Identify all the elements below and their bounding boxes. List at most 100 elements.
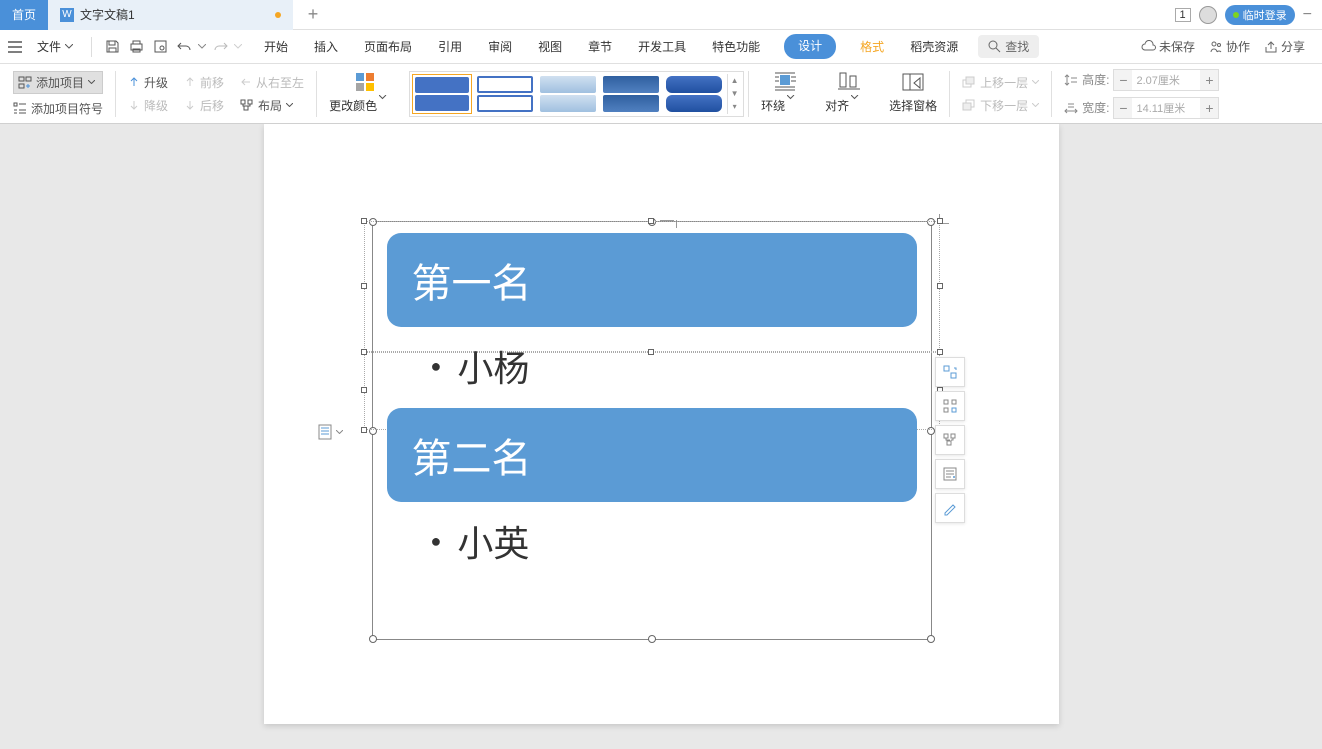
chevron-down-icon[interactable] bbox=[198, 44, 206, 49]
add-tab-button[interactable]: + bbox=[293, 4, 334, 25]
add-item-button[interactable]: 添加项目 bbox=[13, 71, 103, 94]
smartart-item-1[interactable]: 小杨 bbox=[387, 335, 917, 408]
file-menu[interactable]: 文件 bbox=[29, 35, 81, 58]
counter-badge[interactable]: 1 bbox=[1175, 8, 1191, 22]
gallery-up[interactable]: ▲ bbox=[728, 74, 741, 87]
tab-devtools[interactable]: 开发工具 bbox=[636, 34, 688, 59]
smartart-header-2[interactable]: 第二名 bbox=[387, 408, 917, 502]
arrow-down-icon bbox=[184, 99, 196, 111]
chevron-down-icon bbox=[851, 95, 873, 117]
tab-pagelayout[interactable]: 页面布局 bbox=[362, 34, 414, 59]
style-5[interactable] bbox=[664, 74, 724, 114]
word-icon: W bbox=[60, 8, 74, 22]
chevron-down-icon[interactable] bbox=[234, 44, 242, 49]
move-down-button[interactable]: 下移一层 bbox=[962, 97, 1039, 114]
share-button[interactable]: 分享 bbox=[1264, 38, 1305, 55]
unsaved-dot-icon bbox=[275, 12, 281, 18]
smartart-item-2[interactable]: 小英 bbox=[387, 510, 917, 583]
backward-button[interactable]: 后移 bbox=[184, 97, 224, 114]
preview-icon[interactable] bbox=[150, 37, 170, 57]
tab-design[interactable]: 设计 bbox=[784, 34, 836, 59]
height-value[interactable]: 2.07厘米 bbox=[1132, 70, 1200, 90]
cloud-icon bbox=[1141, 40, 1156, 54]
width-icon bbox=[1064, 102, 1078, 114]
tab-insert[interactable]: 插入 bbox=[312, 34, 340, 59]
tab-home[interactable]: 首页 bbox=[0, 0, 48, 30]
height-label: 高度: bbox=[1082, 71, 1109, 88]
undo-icon[interactable] bbox=[174, 37, 194, 57]
chevron-down-icon bbox=[379, 95, 401, 117]
layer-down-icon bbox=[962, 99, 976, 111]
gallery-more[interactable]: ▾ bbox=[728, 100, 741, 113]
collab-button[interactable]: 协作 bbox=[1209, 38, 1250, 55]
move-up-button[interactable]: 上移一层 bbox=[962, 74, 1039, 91]
side-tools bbox=[935, 357, 965, 523]
tool-2[interactable] bbox=[935, 391, 965, 421]
forward-button[interactable]: 前移 bbox=[184, 74, 224, 91]
save-icon[interactable] bbox=[102, 37, 122, 57]
tool-4[interactable] bbox=[935, 459, 965, 489]
layout-button[interactable]: 布局 bbox=[240, 97, 304, 114]
style-2[interactable] bbox=[475, 74, 535, 114]
color-icon bbox=[354, 71, 376, 93]
chevron-down-icon bbox=[1032, 103, 1039, 107]
smartart[interactable]: 第一名 小杨 第二名 小英 bbox=[387, 233, 917, 583]
tab-resources[interactable]: 稻壳资源 bbox=[908, 34, 960, 59]
select-pane-button[interactable]: 选择窗格 bbox=[881, 71, 945, 116]
tab-section[interactable]: 章节 bbox=[586, 34, 614, 59]
arrow-left-icon bbox=[240, 76, 252, 88]
handle-bm[interactable] bbox=[648, 635, 656, 643]
height-icon bbox=[1064, 74, 1078, 86]
tool-1[interactable] bbox=[935, 357, 965, 387]
align-icon bbox=[838, 71, 860, 93]
arrow-up-icon bbox=[184, 76, 196, 88]
gallery-down[interactable]: ▼ bbox=[728, 87, 741, 100]
tab-review[interactable]: 审阅 bbox=[486, 34, 514, 59]
page[interactable]: 第一名 小杨 第二名 小英 bbox=[264, 124, 1059, 724]
tab-document[interactable]: W 文字文稿1 bbox=[48, 0, 293, 30]
tab-special[interactable]: 特色功能 bbox=[710, 34, 762, 59]
minimize-icon[interactable]: − bbox=[1303, 6, 1312, 24]
smartart-header-1[interactable]: 第一名 bbox=[387, 233, 917, 327]
promote-button[interactable]: 升级 bbox=[128, 74, 168, 91]
tab-start[interactable]: 开始 bbox=[262, 34, 290, 59]
layout-options[interactable] bbox=[318, 424, 343, 440]
add-bullet-button[interactable]: 添加项目符号 bbox=[13, 100, 103, 117]
style-3[interactable] bbox=[538, 74, 598, 114]
tool-3[interactable] bbox=[935, 425, 965, 455]
select-pane-icon bbox=[902, 73, 924, 95]
search-box[interactable]: 查找 bbox=[978, 35, 1039, 58]
redo-icon[interactable] bbox=[210, 37, 230, 57]
demote-button[interactable]: 降级 bbox=[128, 97, 168, 114]
change-color-button[interactable]: 更改颜色 bbox=[321, 69, 409, 119]
login-button[interactable]: 临时登录 bbox=[1225, 5, 1295, 25]
handle-bl[interactable] bbox=[369, 635, 377, 643]
arrow-down-icon bbox=[128, 99, 140, 111]
print-icon[interactable] bbox=[126, 37, 146, 57]
tab-reference[interactable]: 引用 bbox=[436, 34, 464, 59]
height-minus[interactable]: − bbox=[1114, 70, 1132, 90]
tool-5[interactable] bbox=[935, 493, 965, 523]
unsaved-button[interactable]: 未保存 bbox=[1141, 38, 1195, 55]
width-value[interactable]: 14.11厘米 bbox=[1132, 98, 1200, 118]
tab-format[interactable]: 格式 bbox=[858, 34, 886, 59]
style-1[interactable] bbox=[412, 74, 472, 114]
chevron-down-icon bbox=[88, 80, 95, 84]
menu-icon[interactable] bbox=[5, 37, 25, 57]
align-button[interactable]: 对齐 bbox=[817, 69, 881, 119]
width-plus[interactable]: + bbox=[1200, 98, 1218, 118]
avatar-icon[interactable] bbox=[1199, 6, 1217, 24]
handle-br[interactable] bbox=[927, 635, 935, 643]
chevron-down-icon bbox=[336, 430, 343, 434]
layer-up-icon bbox=[962, 76, 976, 88]
tab-view[interactable]: 视图 bbox=[536, 34, 564, 59]
style-4[interactable] bbox=[601, 74, 661, 114]
wrap-icon bbox=[774, 71, 796, 93]
width-minus[interactable]: − bbox=[1114, 98, 1132, 118]
chevron-down-icon bbox=[1032, 80, 1039, 84]
rtl-button[interactable]: 从右至左 bbox=[240, 74, 304, 91]
canvas-area[interactable]: 第一名 小杨 第二名 小英 bbox=[0, 124, 1322, 749]
height-plus[interactable]: + bbox=[1200, 70, 1218, 90]
wrap-button[interactable]: 环绕 bbox=[753, 69, 817, 119]
width-label: 宽度: bbox=[1082, 99, 1109, 116]
